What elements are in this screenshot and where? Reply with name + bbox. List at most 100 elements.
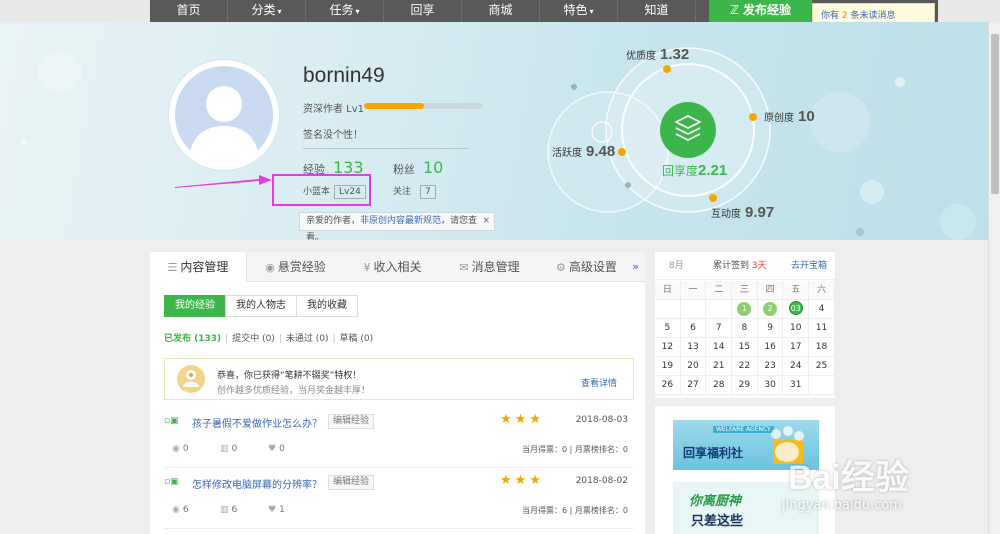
avatar-frame[interactable]: [168, 59, 280, 171]
calendar-day[interactable]: 17: [783, 338, 810, 357]
highlight-box: [272, 174, 371, 206]
article-title[interactable]: 怎样修改电脑屏幕的分辨率？: [192, 476, 322, 491]
tab-item[interactable]: ⚙ 高级设置: [538, 252, 635, 282]
votes-stat: ▥ 0: [220, 444, 238, 454]
list-icon: ☰: [167, 261, 178, 274]
likes-stat: ♥ 1: [268, 505, 285, 515]
filter-submitted[interactable]: 提交中 (0): [232, 334, 275, 344]
calendar-day[interactable]: 9: [757, 319, 784, 338]
calendar-day[interactable]: 28: [706, 376, 733, 395]
calendar-day: [655, 300, 681, 319]
calendar-day[interactable]: 29: [732, 376, 758, 395]
nav-item[interactable]: 特色 ▾: [540, 0, 618, 22]
calendar-day[interactable]: 27: [680, 376, 707, 395]
nav-item[interactable]: 任务 ▾: [306, 0, 384, 22]
follow-stat[interactable]: 关注 7: [393, 184, 436, 199]
calendar-day[interactable]: 16: [757, 338, 784, 357]
scrollbar-thumb[interactable]: [991, 34, 999, 194]
article-title[interactable]: 孩子暑假不爱做作业怎么办？: [192, 415, 322, 430]
sub-tab[interactable]: 我的经验: [164, 295, 226, 317]
nav-item[interactable]: 回享: [384, 0, 462, 22]
calendar-day[interactable]: 2: [757, 300, 784, 319]
calendar-month: 8月: [669, 261, 684, 271]
calendar-day[interactable]: 15: [732, 338, 758, 357]
page-scrollbar[interactable]: [988, 22, 1000, 534]
calendar-day[interactable]: 4: [809, 300, 835, 319]
article-date: 2018-08-02: [575, 476, 628, 486]
filter-published[interactable]: 已发布 (133): [164, 334, 221, 344]
open-box-link[interactable]: 去开宝箱: [791, 252, 827, 280]
article-row: ▫▣ 怎样修改电脑屏幕的分辨率？ 编辑经验 ★★★ 2018-08-02 ◉ 6 ▥ 6 ♥ 1 当月…: [164, 469, 634, 529]
edit-article-button[interactable]: 编辑经验: [328, 414, 375, 429]
calendar-day[interactable]: 24: [783, 357, 810, 376]
rating-stars: ★★★: [500, 412, 544, 427]
filter-rejected[interactable]: 未通过 (0): [286, 334, 329, 344]
weekday-header: 二: [706, 281, 733, 300]
calendar-day[interactable]: 19: [655, 357, 681, 376]
tab-item[interactable]: ◉ 悬赏经验: [247, 252, 344, 282]
views-stat: ◉ 6: [172, 505, 189, 515]
tip-link[interactable]: 非原创内容最新规范: [360, 216, 441, 226]
calendar-day[interactable]: 23: [757, 357, 784, 376]
calendar-day[interactable]: 5: [655, 319, 681, 338]
calendar-day[interactable]: 03: [783, 300, 810, 319]
view-details-link[interactable]: 查看详情: [581, 376, 617, 389]
weekday-header: 四: [757, 281, 784, 300]
weekday-header: 三: [732, 281, 758, 300]
tab-more-button[interactable]: »: [632, 252, 639, 282]
yen-icon: ¥: [363, 261, 371, 274]
calendar-day: [680, 300, 707, 319]
sub-tab[interactable]: 我的人物志: [225, 295, 297, 317]
tab-item[interactable]: ✉ 消息管理: [441, 252, 538, 282]
close-icon[interactable]: ×: [482, 213, 490, 230]
calendar-day[interactable]: 12: [655, 338, 681, 357]
fans-stat[interactable]: 粉丝 10: [393, 158, 443, 177]
sub-tab[interactable]: 我的收藏: [296, 295, 358, 317]
chevron-down-icon: ▾: [589, 7, 594, 16]
eye-icon: ◉: [172, 444, 180, 454]
nav-item[interactable]: 商城: [462, 0, 540, 22]
calendar-day[interactable]: 30: [757, 376, 784, 395]
calendar-day[interactable]: 26: [655, 376, 681, 395]
banner-bubbles: [21, 50, 976, 240]
document-icon: ▫▣: [164, 477, 179, 487]
default-user-icon: [189, 86, 259, 164]
calendar-day[interactable]: 20: [680, 357, 707, 376]
calendar-day[interactable]: 7: [706, 319, 733, 338]
weekday-header: 一: [680, 281, 707, 300]
calendar-day[interactable]: 14: [706, 338, 733, 357]
calendar-day[interactable]: 11: [809, 319, 835, 338]
calendar-day[interactable]: 22: [732, 357, 758, 376]
calendar-day[interactable]: 1: [732, 300, 758, 319]
tab-item[interactable]: ¥ 收入相关: [344, 252, 441, 282]
calendar-day[interactable]: 25: [809, 357, 835, 376]
bar-chart-icon: ▥: [220, 444, 229, 454]
trophy-icon: [177, 365, 205, 393]
signed-day-marker: 1: [737, 302, 752, 316]
signin-calendar: 8月 累计签到 3天 去开宝箱 日一二三四五六 1 2 03 4 5 6 7 8 9 10 11 12 1…: [655, 252, 835, 398]
calendar-day[interactable]: 10: [783, 319, 810, 338]
rank-progress-bar: [364, 103, 483, 109]
fans-value: 10: [423, 158, 444, 177]
filter-draft[interactable]: 草稿 (0): [340, 334, 374, 344]
monthly-score: 当月得票：0 | 月票榜排名：0: [522, 445, 628, 454]
tab-item[interactable]: ☰ 内容管理: [150, 252, 247, 282]
calendar-day[interactable]: 6: [680, 319, 707, 338]
calendar-day[interactable]: 18: [809, 338, 835, 357]
nav-item[interactable]: 首页: [150, 0, 228, 22]
coin-icon: ◉: [265, 261, 275, 274]
calendar-day[interactable]: 8: [732, 319, 758, 338]
rank-progress-fill: [364, 103, 424, 109]
calendar-day[interactable]: 13: [680, 338, 707, 357]
nav-item[interactable]: 知道: [618, 0, 696, 22]
calendar-day[interactable]: 31: [783, 376, 810, 395]
heart-icon: ♥: [268, 444, 277, 454]
pen-icon: ℤ: [729, 3, 740, 17]
calendar-day[interactable]: 21: [706, 357, 733, 376]
sub-tabs: 我的经验 我的人物志 我的收藏: [164, 295, 358, 317]
publish-button[interactable]: ℤ 发布经验: [709, 0, 812, 22]
nav-item[interactable]: 分类 ▾: [228, 0, 306, 22]
edit-article-button[interactable]: 编辑经验: [328, 475, 375, 490]
signature[interactable]: 签名没个性！: [303, 126, 469, 149]
article-date: 2018-08-03: [575, 415, 628, 425]
